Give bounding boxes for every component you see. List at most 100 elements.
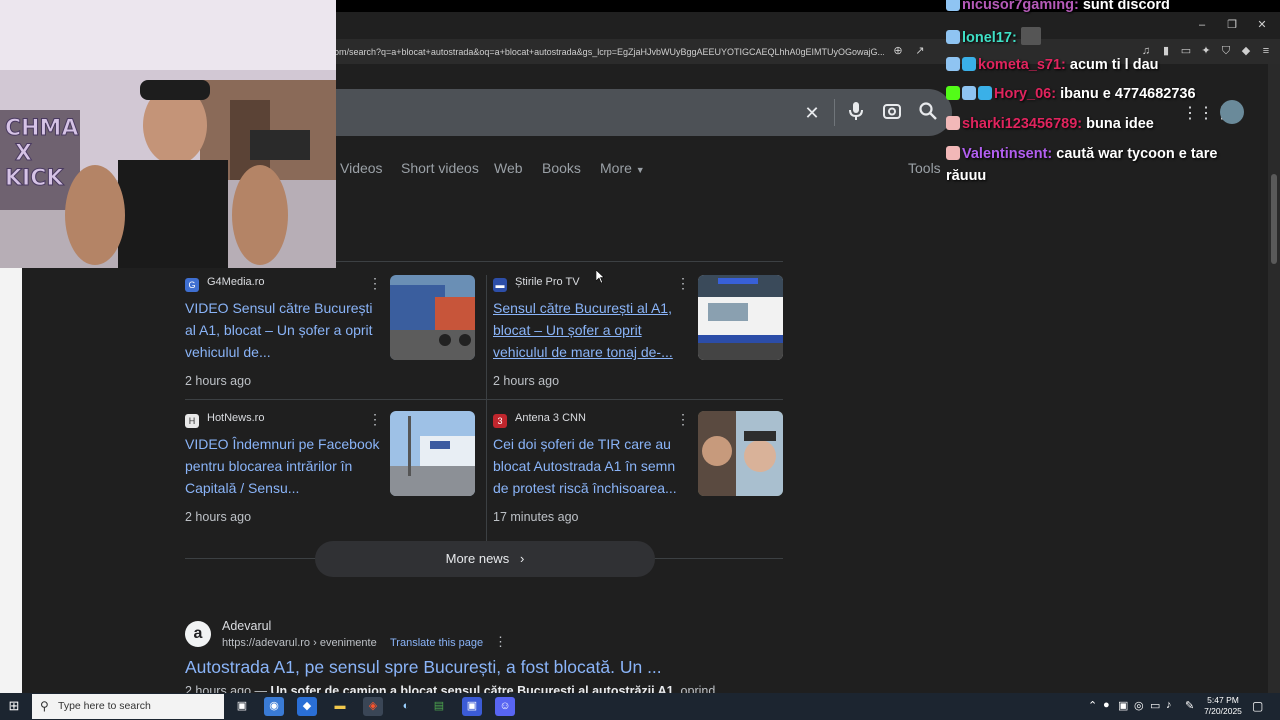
news-title[interactable]: VIDEO Îndemnuri pe Facebook pentru bloca… — [185, 433, 385, 501]
tab-books[interactable]: Books — [542, 158, 581, 178]
badge-icon — [946, 30, 960, 44]
stream-chat: nicusor7gaming: sunt discord lonel17: ko… — [946, 0, 1280, 200]
tab-web[interactable]: Web — [494, 158, 523, 178]
news-title[interactable]: Sensul către București al A1, blocat – U… — [493, 297, 693, 365]
more-options-icon[interactable]: ⋮ — [368, 275, 382, 291]
news-source: Antena 3 CNN — [515, 412, 586, 424]
tab-videos[interactable]: Videos — [340, 158, 383, 178]
url-text[interactable]: om/search?q=a+blocat+autostrada&oq=a+blo… — [334, 44, 884, 60]
more-options-icon[interactable]: ⋮ — [368, 411, 382, 427]
taskbar: ⊞ ⚲ Type here to search ▣ ◉ ◆ ▬ ◈ ◐ ▤ ▣ … — [0, 693, 1280, 720]
search-input[interactable]: ✕ — [292, 89, 952, 136]
windows-start-icon[interactable]: ⊞ — [6, 698, 22, 714]
news-time: 17 minutes ago — [493, 510, 579, 524]
source-icon: 3 — [493, 414, 507, 428]
chat-text: acum ti l dau — [1069, 57, 1159, 73]
search-icon: ⚲ — [40, 699, 49, 713]
news-source: HotNews.ro — [207, 412, 265, 424]
zoom-icon[interactable]: ⊕ — [890, 43, 906, 59]
chat-username: nicusor7gaming: — [962, 0, 1079, 13]
news-thumbnail[interactable] — [390, 411, 475, 496]
tray-app-icon[interactable]: ◎ — [1134, 699, 1144, 712]
discord-icon[interactable]: ☺ — [495, 697, 515, 716]
badge-icon — [946, 86, 960, 100]
taskbar-clock[interactable]: 5:47 PM 7/20/2025 — [1200, 695, 1246, 717]
tab-more-label: More — [600, 160, 632, 176]
news-title[interactable]: VIDEO Sensul către București al A1, bloc… — [185, 297, 385, 365]
news-card[interactable]: 3 Antena 3 CNN ⋮ Cei doi șoferi de TIR c… — [493, 411, 793, 536]
chat-message-continuation: răuuu — [946, 168, 987, 184]
caret-down-icon: ▼ — [635, 165, 645, 175]
news-time: 2 hours ago — [493, 374, 560, 388]
task-view-icon[interactable]: ▣ — [232, 697, 252, 716]
chat-message: nicusor7gaming: sunt discord — [946, 0, 1170, 13]
file-explorer-icon[interactable]: ▬ — [330, 697, 350, 716]
chat-username: lonel17: — [962, 30, 1017, 46]
steam-icon[interactable]: ◐ — [396, 697, 416, 716]
mic-icon[interactable] — [844, 101, 868, 125]
result-title[interactable]: Autostrada A1, pe sensul spre București,… — [185, 657, 662, 678]
site-favicon[interactable]: a — [185, 621, 211, 647]
notification-icon[interactable]: ▢ — [1252, 699, 1263, 713]
search-icon[interactable] — [916, 101, 940, 125]
news-thumbnail[interactable] — [390, 275, 475, 360]
badge-icon — [962, 57, 976, 71]
chat-message: sharki123456789: buna idee — [946, 116, 1154, 132]
more-news-button[interactable]: More news › — [315, 541, 655, 577]
news-row-divider — [185, 399, 783, 400]
news-card[interactable]: G G4Media.ro ⋮ VIDEO Sensul către Bucure… — [185, 275, 485, 400]
badge-icon — [946, 116, 960, 130]
brave-browser-icon[interactable]: ◈ — [363, 697, 383, 716]
chevron-right-icon: › — [520, 551, 525, 566]
tools-button[interactable]: Tools — [908, 158, 941, 178]
news-time: 2 hours ago — [185, 374, 252, 388]
news-card[interactable]: ▬ Știrile Pro TV ⋮ Sensul către Bucureșt… — [493, 275, 793, 400]
emote-icon — [1020, 27, 1041, 45]
chat-text: buna idee — [1086, 116, 1154, 132]
chat-username: Valentinsent: — [962, 146, 1053, 162]
chat-text: caută war tycoon e tare — [1056, 146, 1218, 162]
news-source: G4Media.ro — [207, 276, 265, 288]
svg-text:KICK: KICK — [5, 166, 64, 191]
tab-short-videos[interactable]: Short videos — [401, 158, 479, 178]
tray-chevron-icon[interactable]: ⌃ — [1088, 699, 1097, 712]
translate-link[interactable]: Translate this page — [390, 637, 483, 649]
taskbar-search[interactable]: ⚲ Type here to search — [32, 694, 224, 719]
tray-app-icon[interactable]: ▣ — [1118, 699, 1128, 712]
pen-icon[interactable]: ✎ — [1185, 699, 1194, 712]
volume-icon[interactable]: ♪ — [1166, 699, 1172, 711]
result-url[interactable]: https://adevarul.ro › evenimente — [222, 637, 377, 649]
chat-username: Hory_06: — [994, 86, 1057, 102]
copilot-icon[interactable]: ◉ — [264, 697, 284, 716]
news-title[interactable]: Cei doi șoferi de TIR care au blocat Aut… — [493, 433, 693, 501]
clear-icon[interactable]: ✕ — [800, 101, 824, 125]
result-menu-icon[interactable]: ⋮ — [494, 634, 507, 650]
news-thumbnail[interactable] — [698, 275, 783, 360]
clock-date: 7/20/2025 — [1204, 706, 1242, 716]
chat-message: Valentinsent: caută war tycoon e tare — [946, 146, 1217, 162]
lens-icon[interactable] — [880, 101, 904, 125]
more-options-icon[interactable]: ⋮ — [676, 411, 690, 427]
microphone-icon[interactable]: ● — [1103, 699, 1110, 711]
screen: – ❐ ✕ om/search?q=a+blocat+autostrada&oq… — [0, 0, 1280, 720]
source-icon: ▬ — [493, 278, 507, 292]
source-icon: G — [185, 278, 199, 292]
app-icon[interactable]: ◆ — [297, 697, 317, 716]
tab-more[interactable]: More ▼ — [600, 158, 645, 178]
news-column-divider — [486, 275, 487, 565]
svg-text:CHMA: CHMA — [5, 116, 78, 141]
network-icon[interactable]: ▭ — [1150, 699, 1160, 712]
more-news-label: More news — [445, 551, 510, 566]
more-options-icon[interactable]: ⋮ — [676, 275, 690, 291]
result-site-name[interactable]: Adevarul — [222, 619, 271, 633]
chat-text: sunt discord — [1082, 0, 1170, 13]
app-icon[interactable]: ▣ — [462, 697, 482, 716]
news-thumbnail[interactable] — [698, 411, 783, 496]
chat-text: ibanu e 4774682736 — [1060, 86, 1196, 102]
share-icon[interactable]: ↗ — [912, 43, 928, 59]
source-icon: H — [185, 414, 199, 428]
news-source: Știrile Pro TV — [515, 276, 580, 288]
news-card[interactable]: H HotNews.ro ⋮ VIDEO Îndemnuri pe Facebo… — [185, 411, 485, 536]
app-icon[interactable]: ▤ — [429, 697, 449, 716]
search-divider — [834, 99, 835, 126]
